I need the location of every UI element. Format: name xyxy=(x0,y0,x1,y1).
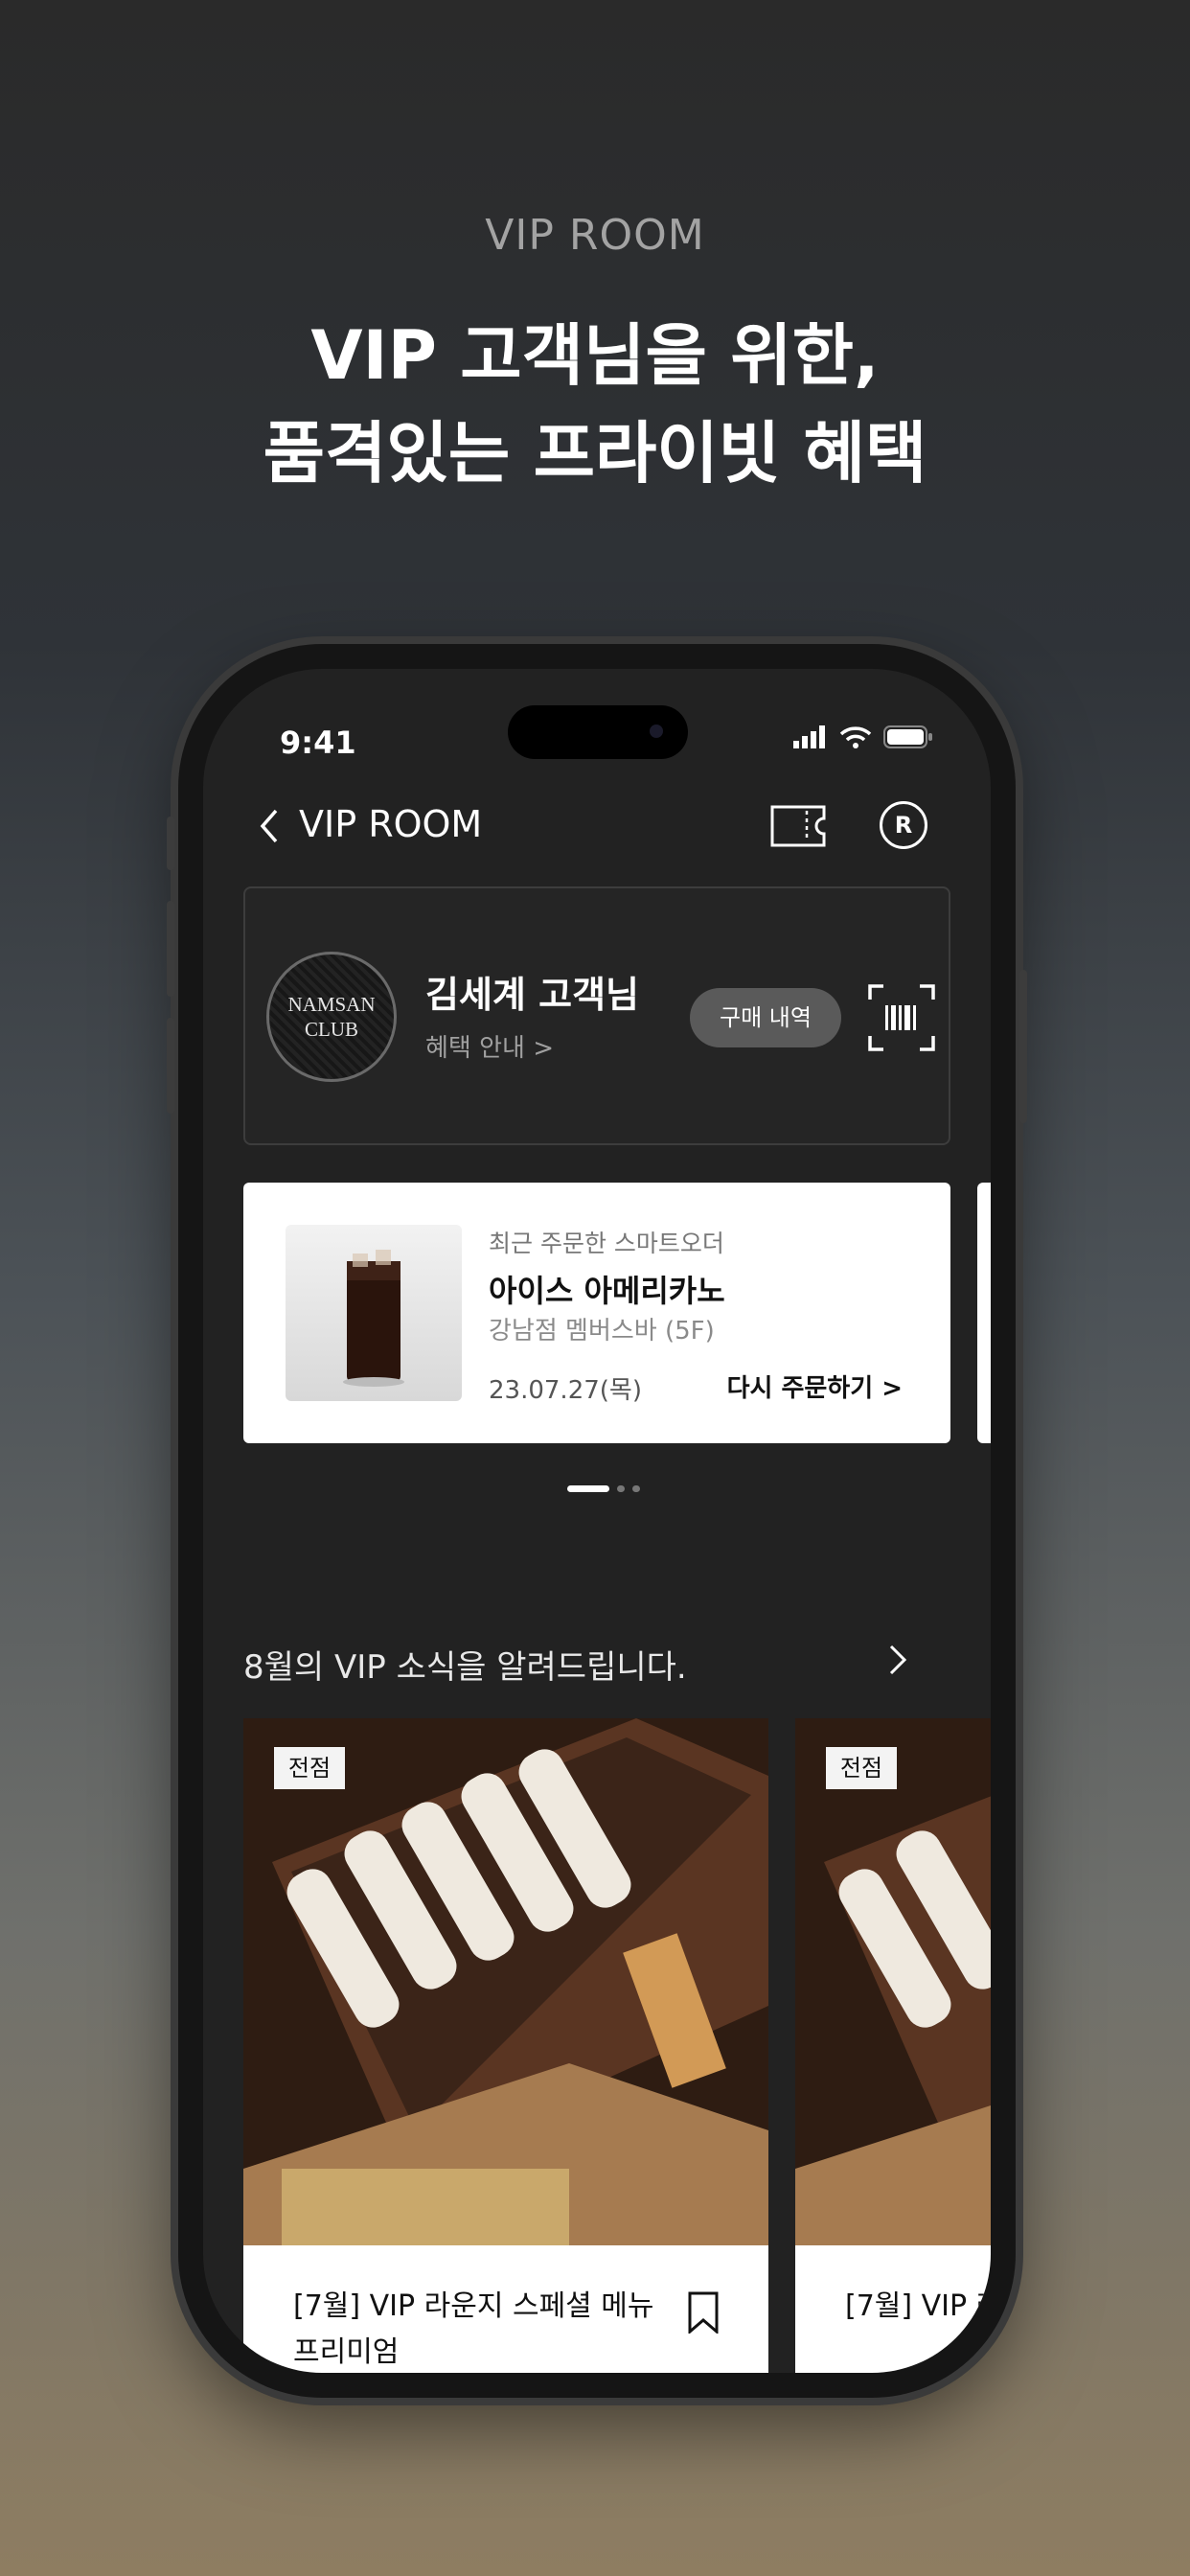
phone-screen: 9:41 VIP ROOM R NAMSAN CLUB 김세계 고객님 혜택 안… xyxy=(203,669,991,2373)
side-button-volume-up xyxy=(167,901,174,997)
nav-title: VIP ROOM xyxy=(299,803,483,845)
pager-dot xyxy=(617,1485,625,1492)
promo-headline: VIP 고객님을 위한, 품격있는 프라이빗 혜택 xyxy=(0,307,1190,502)
r-circle-icon[interactable]: R xyxy=(880,801,927,849)
barcode-scan-icon[interactable] xyxy=(868,984,935,1051)
side-button-silent xyxy=(167,816,174,870)
recent-order-store: 강남점 멤버스바 (5F) xyxy=(489,1317,715,1346)
promo-headline-line2: 품격있는 프라이빗 혜택 xyxy=(263,414,927,493)
promo-eyebrow: VIP ROOM xyxy=(485,211,705,260)
news-card-image: 전점 xyxy=(243,1718,768,2245)
recent-order-card[interactable]: 최근 주문한 스마트오더 아이스 아메리카노 강남점 멤버스바 (5F) 23.… xyxy=(243,1183,950,1443)
side-button-volume-down xyxy=(167,1018,174,1114)
carousel-pager xyxy=(567,1485,640,1492)
news-card-title: [7월] VIP 라 뉴 xyxy=(845,2289,991,2323)
battery-icon xyxy=(883,725,932,748)
side-button-power xyxy=(1019,970,1027,1123)
nav-bar: VIP ROOM R xyxy=(203,782,991,868)
signal-icon xyxy=(793,725,825,748)
club-logo-line2: CLUB xyxy=(304,1018,358,1041)
promo-headline-line1: VIP 고객님을 위한, xyxy=(310,316,880,395)
status-time: 9:41 xyxy=(280,724,356,761)
status-icons xyxy=(793,724,933,749)
news-section-header[interactable]: 8월의 VIP 소식을 알려드립니다. xyxy=(243,1641,687,1688)
news-card-image: 전점 xyxy=(795,1718,991,2245)
recent-order-product: 아이스 아메리카노 xyxy=(489,1273,725,1309)
coffee-thumbnail xyxy=(286,1225,462,1401)
recent-order-label: 최근 주문한 스마트오더 xyxy=(489,1230,724,1257)
news-card-badge: 전점 xyxy=(274,1747,345,1789)
club-logo-line1: NAMSAN xyxy=(287,993,376,1016)
pager-dot xyxy=(632,1485,640,1492)
member-card: NAMSAN CLUB 김세계 고객님 혜택 안내 > 구매 내역 xyxy=(243,886,950,1145)
news-card[interactable]: 전점 [7월] VIP 라 뉴 xyxy=(795,1718,991,2373)
bookmark-icon[interactable] xyxy=(686,2291,721,2334)
phone-frame: 9:41 VIP ROOM R NAMSAN CLUB 김세계 고객님 혜택 안… xyxy=(167,644,1027,2398)
purchase-history-button[interactable]: 구매 내역 xyxy=(690,988,841,1047)
ticket-icon[interactable] xyxy=(770,805,826,847)
news-card-title: [7월] VIP 라운지 스페셜 메뉴 프리미엄 xyxy=(293,2289,654,2369)
chevron-right-icon[interactable] xyxy=(880,1643,914,1677)
benefit-link[interactable]: 혜택 안내 > xyxy=(425,1028,554,1064)
pager-dot-active xyxy=(567,1485,609,1492)
recent-order-date: 23.07.27(목) xyxy=(489,1376,642,1405)
news-card[interactable]: 전점 [7월] VIP 라운지 스페셜 메뉴 프리미엄 xyxy=(243,1718,768,2373)
chevron-left-icon[interactable] xyxy=(251,807,289,845)
dynamic-island xyxy=(508,705,688,759)
club-logo: NAMSAN CLUB xyxy=(266,952,397,1082)
wifi-icon xyxy=(839,726,872,748)
reorder-button[interactable]: 다시 주문하기 > xyxy=(727,1368,903,1404)
news-card-badge: 전점 xyxy=(826,1747,897,1789)
camera-dot xyxy=(650,724,663,738)
member-name: 김세계 고객님 xyxy=(425,974,639,1016)
next-order-card-peek[interactable] xyxy=(977,1183,991,1443)
